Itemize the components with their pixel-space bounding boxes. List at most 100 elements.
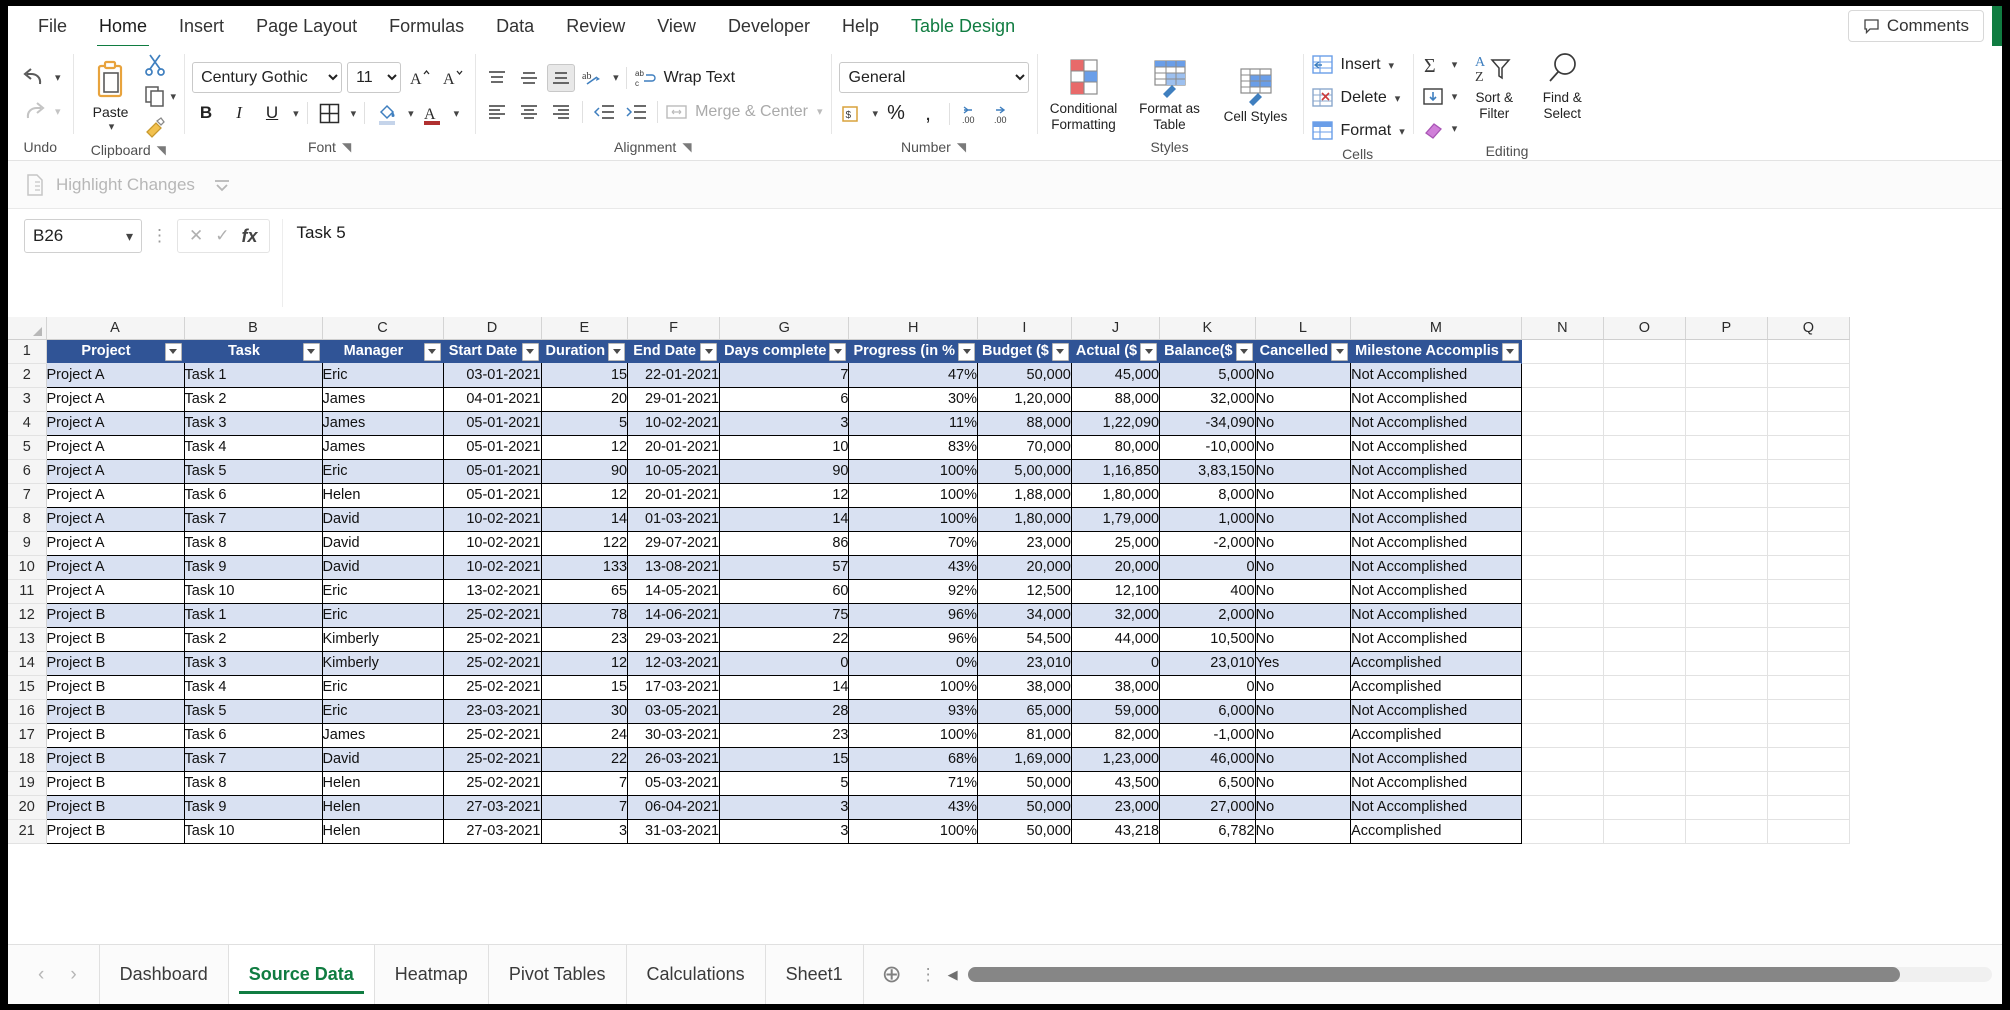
bold-button[interactable]: B <box>192 99 220 127</box>
number-format-select[interactable]: General <box>838 61 1029 93</box>
column-header-l[interactable]: L <box>1255 317 1352 340</box>
empty-cell[interactable] <box>1521 387 1604 412</box>
ribbon-tab-data[interactable]: Data <box>480 12 550 41</box>
table-cell[interactable]: 46,000 <box>1159 747 1256 772</box>
table-cell[interactable]: 78 <box>541 603 629 628</box>
insert-function-icon[interactable]: fx <box>242 226 258 247</box>
empty-cell[interactable] <box>1521 411 1604 436</box>
empty-cell[interactable] <box>1521 339 1604 364</box>
table-cell[interactable]: Task 5 <box>184 699 323 724</box>
table-cell[interactable]: 100% <box>848 459 978 484</box>
column-header-c[interactable]: C <box>322 317 444 340</box>
table-cell[interactable]: Task 2 <box>184 627 323 652</box>
table-cell[interactable]: 47% <box>848 363 978 388</box>
table-cell[interactable]: 1,20,000 <box>977 387 1072 412</box>
table-cell[interactable]: 1,16,850 <box>1071 459 1161 484</box>
table-cell[interactable]: -34,090 <box>1159 411 1256 436</box>
table-cell[interactable]: 1,80,000 <box>1071 483 1161 508</box>
table-cell[interactable]: 100% <box>848 819 978 844</box>
find-select-button[interactable]: Find & Select <box>1531 50 1593 123</box>
row-header-8[interactable]: 8 <box>8 507 47 532</box>
table-cell[interactable]: Helen <box>322 795 444 820</box>
table-cell[interactable]: 20,000 <box>977 555 1072 580</box>
table-cell[interactable]: 100% <box>848 675 978 700</box>
table-cell[interactable]: 14 <box>719 507 850 532</box>
table-cell[interactable]: 133 <box>541 555 629 580</box>
cut-icon[interactable] <box>143 52 167 76</box>
column-header-a[interactable]: A <box>46 317 185 340</box>
empty-cell[interactable] <box>1603 747 1686 772</box>
table-cell[interactable]: 23,000 <box>1071 795 1161 820</box>
table-cell[interactable]: 22 <box>541 747 629 772</box>
table-cell[interactable]: 10-02-2021 <box>443 555 542 580</box>
table-cell[interactable]: 32,000 <box>1071 603 1161 628</box>
scroll-left-arrow-icon[interactable]: ◀ <box>948 967 958 983</box>
insert-cells-button[interactable]: Insert ▾ <box>1311 50 1405 80</box>
table-cell[interactable]: 50,000 <box>977 819 1072 844</box>
table-cell[interactable]: 34,000 <box>977 603 1072 628</box>
empty-cell[interactable] <box>1521 435 1604 460</box>
table-cell[interactable]: Accomplished <box>1350 819 1522 844</box>
table-cell[interactable]: James <box>322 723 444 748</box>
table-cell[interactable]: 30-03-2021 <box>627 723 721 748</box>
table-cell[interactable]: Project B <box>46 603 185 628</box>
table-cell[interactable]: 5,000 <box>1159 363 1256 388</box>
table-cell[interactable]: No <box>1255 483 1352 508</box>
table-cell[interactable]: 23 <box>541 627 629 652</box>
table-cell[interactable]: 01-03-2021 <box>627 507 721 532</box>
empty-cell[interactable] <box>1767 795 1850 820</box>
italic-button[interactable]: I <box>225 99 253 127</box>
table-cell[interactable]: 20 <box>541 387 629 412</box>
table-cell[interactable]: No <box>1255 627 1352 652</box>
table-cell[interactable]: 1,69,000 <box>977 747 1072 772</box>
empty-cell[interactable] <box>1685 675 1768 700</box>
sheet-prev-icon[interactable]: ‹ <box>38 964 44 986</box>
empty-cell[interactable] <box>1767 651 1850 676</box>
table-cell[interactable]: No <box>1255 555 1352 580</box>
paste-dropdown-icon[interactable]: ▾ <box>109 120 115 133</box>
table-cell[interactable]: No <box>1255 603 1352 628</box>
orientation-icon[interactable]: ab <box>579 64 607 92</box>
table-cell[interactable]: Eric <box>322 699 444 724</box>
table-cell[interactable]: Helen <box>322 771 444 796</box>
empty-cell[interactable] <box>1521 555 1604 580</box>
empty-cell[interactable] <box>1767 387 1850 412</box>
empty-cell[interactable] <box>1521 675 1604 700</box>
format-cells-button[interactable]: Format ▾ <box>1311 116 1405 146</box>
row-header-3[interactable]: 3 <box>8 387 47 412</box>
table-cell[interactable]: 83% <box>848 435 978 460</box>
formula-input[interactable]: Task 5 <box>281 219 1988 307</box>
table-cell[interactable]: 1,79,000 <box>1071 507 1161 532</box>
select-all-corner[interactable] <box>8 317 47 340</box>
highlight-changes-overflow-icon[interactable] <box>211 174 233 196</box>
merge-center-dropdown-icon[interactable]: ▾ <box>817 105 823 118</box>
borders-icon[interactable] <box>316 99 344 127</box>
table-cell[interactable]: 90 <box>719 459 850 484</box>
table-cell[interactable]: 10 <box>719 435 850 460</box>
underline-dropdown-icon[interactable]: ▾ <box>293 107 299 120</box>
table-cell[interactable]: Task 9 <box>184 555 323 580</box>
empty-cell[interactable] <box>1603 339 1686 364</box>
underline-button[interactable]: U <box>258 99 286 127</box>
row-header-19[interactable]: 19 <box>8 771 47 796</box>
table-cell[interactable]: James <box>322 387 444 412</box>
table-cell[interactable]: 03-05-2021 <box>627 699 721 724</box>
table-cell[interactable]: 8,000 <box>1159 483 1256 508</box>
table-cell[interactable]: 45,000 <box>1071 363 1161 388</box>
name-box[interactable]: B26 ▾ <box>24 219 142 253</box>
table-cell[interactable]: 71% <box>848 771 978 796</box>
increase-decimal-icon[interactable]: .00 <box>957 100 985 128</box>
table-cell[interactable]: No <box>1255 435 1352 460</box>
table-cell[interactable]: 86 <box>719 531 850 556</box>
table-cell[interactable]: Accomplished <box>1350 675 1522 700</box>
table-cell[interactable]: 0 <box>1159 675 1256 700</box>
row-header-6[interactable]: 6 <box>8 459 47 484</box>
table-cell[interactable]: Not Accomplished <box>1350 795 1522 820</box>
row-header-14[interactable]: 14 <box>8 651 47 676</box>
table-cell[interactable]: No <box>1255 723 1352 748</box>
table-cell[interactable]: Not Accomplished <box>1350 747 1522 772</box>
table-cell[interactable]: Accomplished <box>1350 723 1522 748</box>
redo-icon[interactable] <box>20 99 50 125</box>
accounting-format-icon[interactable]: $ <box>839 100 867 128</box>
empty-cell[interactable] <box>1521 363 1604 388</box>
